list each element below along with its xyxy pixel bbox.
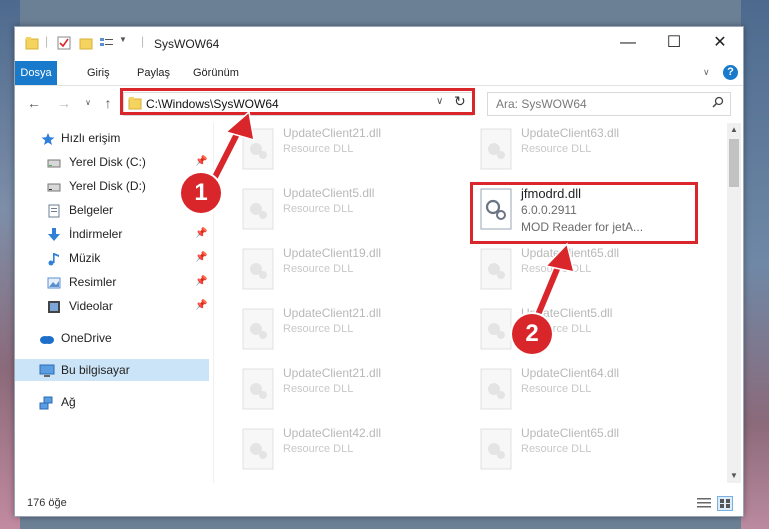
arrow-1: [207, 110, 255, 186]
annotation-arrows: [207, 110, 576, 324]
arrow-2: [530, 242, 576, 324]
step-badge-2: 2: [512, 314, 552, 354]
step-badge-1: 1: [181, 173, 221, 213]
